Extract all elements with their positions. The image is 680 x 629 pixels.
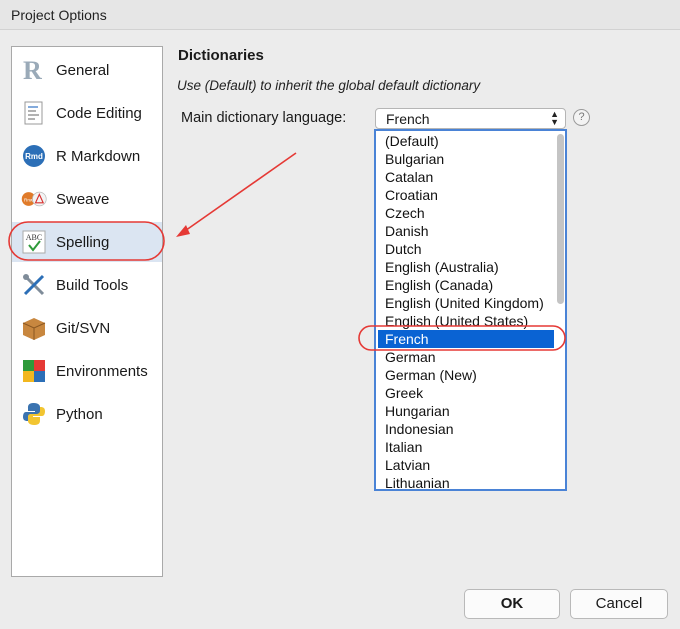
sidebar-item-spelling[interactable]: ABC Spelling xyxy=(12,222,162,262)
dropdown-option[interactable]: English (United States) xyxy=(378,312,554,330)
code-document-icon xyxy=(21,100,47,126)
section-hint: Use (Default) to inherit the global defa… xyxy=(177,78,481,93)
sidebar-item-label: General xyxy=(56,61,110,79)
dropdown-option[interactable]: Italian xyxy=(378,438,554,456)
sidebar-item-environments[interactable]: Environments xyxy=(12,351,162,391)
annotation-arrow-line xyxy=(181,152,297,234)
dropdown-option[interactable]: Dutch xyxy=(378,240,554,258)
r-logo-icon: R xyxy=(21,57,47,83)
sidebar-item-python[interactable]: Python xyxy=(12,394,162,434)
sidebar-item-r-markdown[interactable]: Rmd R Markdown xyxy=(12,136,162,176)
cancel-button[interactable]: Cancel xyxy=(570,589,668,619)
sidebar-item-git-svn[interactable]: Git/SVN xyxy=(12,308,162,348)
section-title: Dictionaries xyxy=(178,47,264,64)
sidebar-item-label: Environments xyxy=(56,362,148,380)
dictionary-language-select[interactable]: French ▲ ▼ xyxy=(375,108,566,129)
sidebar-item-code-editing[interactable]: Code Editing xyxy=(12,93,162,133)
dropdown-option[interactable]: Catalan xyxy=(378,168,554,186)
dropdown-option[interactable]: Danish xyxy=(378,222,554,240)
sweave-pdf-icon: Rnw xyxy=(21,186,47,212)
language-dropdown-list[interactable]: (Default) Bulgarian Catalan Croatian Cze… xyxy=(374,129,567,491)
title-bar: Project Options xyxy=(0,0,680,30)
svg-text:R: R xyxy=(23,57,42,83)
svg-text:ABC: ABC xyxy=(26,233,42,242)
dropdown-option[interactable]: Bulgarian xyxy=(378,150,554,168)
dropdown-option[interactable]: Greek xyxy=(378,384,554,402)
dropdown-option[interactable]: German xyxy=(378,348,554,366)
sidebar-item-label: Git/SVN xyxy=(56,319,111,337)
wrench-screwdriver-icon xyxy=(21,272,47,298)
dropdown-option[interactable]: English (Australia) xyxy=(378,258,554,276)
svg-text:Rmd: Rmd xyxy=(25,152,43,161)
dropdown-option[interactable]: English (Canada) xyxy=(378,276,554,294)
dropdown-option[interactable]: Hungarian xyxy=(378,402,554,420)
sidebar-item-label: Code Editing xyxy=(56,104,142,122)
updown-arrows-icon: ▲ ▼ xyxy=(550,109,559,127)
python-icon xyxy=(21,401,47,427)
options-sidebar: R General Code Editing Rmd R Markdown Rn… xyxy=(11,46,163,577)
sidebar-item-general[interactable]: R General xyxy=(12,50,162,90)
dropdown-option[interactable]: Croatian xyxy=(378,186,554,204)
sidebar-item-sweave[interactable]: Rnw Sweave xyxy=(12,179,162,219)
dropdown-option[interactable]: Czech xyxy=(378,204,554,222)
abc-check-icon: ABC xyxy=(21,229,47,255)
select-value: French xyxy=(386,111,430,127)
dropdown-option[interactable]: (Default) xyxy=(378,132,554,150)
dropdown-option[interactable]: English (United Kingdom) xyxy=(378,294,554,312)
git-box-icon xyxy=(21,315,47,341)
dropdown-scrollbar[interactable] xyxy=(557,134,564,304)
rmd-icon: Rmd xyxy=(21,143,47,169)
ok-button[interactable]: OK xyxy=(464,589,560,619)
help-icon[interactable]: ? xyxy=(573,109,590,126)
dropdown-option-selected[interactable]: French xyxy=(378,330,554,348)
dropdown-option[interactable]: German (New) xyxy=(378,366,554,384)
sidebar-item-label: R Markdown xyxy=(56,147,141,165)
dropdown-option[interactable]: Latvian xyxy=(378,456,554,474)
annotation-arrow-head xyxy=(176,225,190,237)
sidebar-item-label: Python xyxy=(56,405,103,423)
sidebar-item-label: Sweave xyxy=(56,190,110,208)
colored-blocks-icon xyxy=(21,358,47,384)
dictionary-language-label: Main dictionary language: xyxy=(181,110,347,126)
dropdown-option[interactable]: Lithuanian xyxy=(378,474,554,489)
sidebar-item-label: Build Tools xyxy=(56,276,129,294)
sidebar-item-build-tools[interactable]: Build Tools xyxy=(12,265,162,305)
sidebar-item-label: Spelling xyxy=(56,233,110,251)
dropdown-option[interactable]: Indonesian xyxy=(378,420,554,438)
window-title: Project Options xyxy=(11,7,107,23)
